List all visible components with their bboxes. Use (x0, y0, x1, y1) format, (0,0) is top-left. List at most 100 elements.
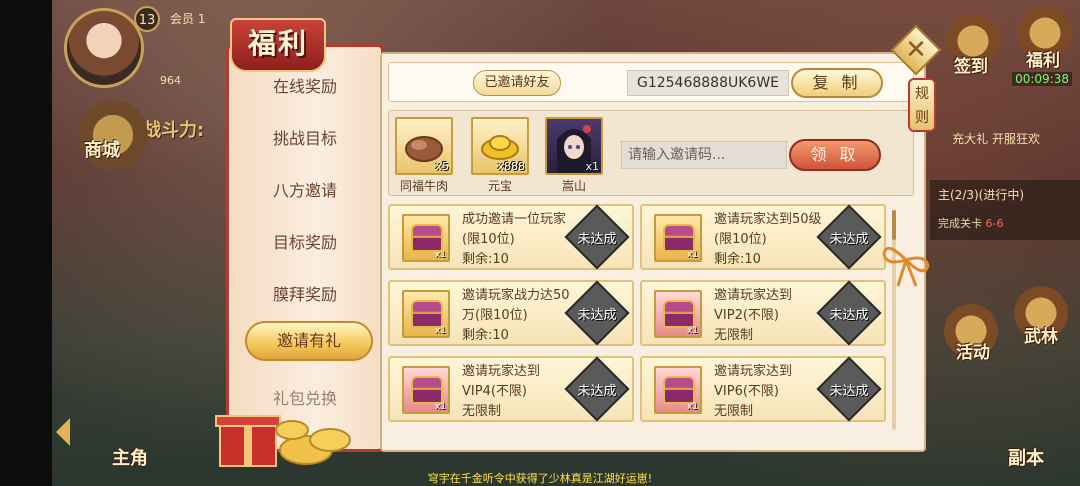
task-remaining: 剩余:10 (462, 252, 509, 267)
task-remaining: 剩余:10 (462, 328, 509, 343)
nav-challenge-goal[interactable]: 挑战目标 (229, 125, 381, 149)
close-icon[interactable]: ✕ (904, 34, 928, 66)
ribbon-bow-icon (882, 246, 930, 287)
treasure-chest-icon[interactable]: x1 (654, 366, 702, 414)
nav-eight-invites[interactable]: 八方邀请 (229, 177, 381, 201)
invite-code-row: 已邀请好友 G125468888UK6WE 复 制 (388, 62, 914, 102)
status-badge-label: 未达成 (829, 308, 869, 323)
chest-graphic (663, 224, 695, 252)
status-badge-label: 未达成 (577, 232, 617, 247)
welfare-label[interactable]: 福利 (1026, 46, 1060, 71)
task-text: 邀请玩家达到VIP4(不限) 无限制 (462, 362, 572, 422)
shop-label[interactable]: 商城 (84, 136, 120, 162)
task-reward-qty: x1 (434, 250, 446, 260)
rules-button[interactable]: 规则 (908, 78, 936, 132)
task-card: x1 邀请玩家达到50级(限10位) 剩余:10 未达成 (640, 204, 886, 270)
chest-graphic (663, 376, 695, 404)
status-badge-label: 未达成 (829, 232, 869, 247)
chest-graphic (411, 376, 443, 404)
status-badge-label: 未达成 (829, 384, 869, 399)
task-remaining: 无限制 (714, 328, 754, 343)
task-text: 成功邀请一位玩家(限10位) 剩余:10 (462, 210, 572, 270)
nav-goal-reward[interactable]: 目标奖励 (229, 229, 381, 253)
welfare-dialog: 在线奖励 挑战目标 八方邀请 目标奖励 膜拜奖励 邀请有礼 礼包兑换 福利 已邀… (215, 18, 942, 467)
my-invite-code: G125468888UK6WE (627, 70, 789, 96)
dialog-title: 福利 (230, 18, 326, 72)
reward-qty: x888 (497, 160, 525, 173)
task-text: 邀请玩家达到VIP2(不限) 无限制 (714, 286, 824, 346)
task-reward-qty: x1 (434, 402, 446, 412)
bottom-nav-hero[interactable]: 主角 (112, 444, 148, 470)
reward-qty: x1 (585, 160, 599, 173)
invited-friends-button[interactable]: 已邀请好友 (473, 70, 561, 96)
task-reward-qty: x1 (686, 326, 698, 336)
task-text: 邀请玩家战力达50万(限10位) 剩余:10 (462, 286, 572, 346)
reward-name: 嵩山 (561, 179, 586, 193)
chest-graphic (411, 300, 443, 328)
task-description: 邀请玩家战力达50万(限10位) (462, 288, 570, 323)
invite-code-input[interactable]: 请输入邀请码... (621, 141, 787, 169)
reward-item[interactable]: x5 同福牛肉 (395, 117, 453, 194)
activity-label[interactable]: 活动 (956, 338, 990, 363)
treasure-chest-icon[interactable]: x1 (402, 290, 450, 338)
nav-online-reward[interactable]: 在线奖励 (229, 73, 381, 97)
task-text: 邀请玩家达到50级(限10位) 剩余:10 (714, 210, 824, 270)
treasure-chest-icon[interactable]: x1 (654, 214, 702, 262)
task-description: 邀请玩家达到VIP4(不限) (462, 364, 541, 399)
bottom-nav-dungeon[interactable]: 副本 (1008, 444, 1044, 470)
news-marquee: 穹宇在千金听令中获得了少林真是江湖好运崽! (427, 472, 653, 485)
task-description: 邀请玩家达到VIP2(不限) (714, 288, 793, 323)
scroll-left-arrow-icon[interactable] (56, 418, 70, 446)
treasure-chest-icon[interactable]: x1 (654, 290, 702, 338)
task-card: x1 邀请玩家达到VIP2(不限) 无限制 未达成 (640, 280, 886, 346)
player-avatar[interactable] (64, 8, 144, 88)
claim-button[interactable]: 领 取 (789, 139, 881, 171)
status-badge-label: 未达成 (577, 384, 617, 399)
treasure-chest-icon[interactable]: x1 (402, 214, 450, 262)
quest-detail: 完成关卡 6-6 (938, 215, 1072, 231)
task-reward-qty: x1 (686, 402, 698, 412)
martial-label[interactable]: 武林 (1024, 322, 1058, 347)
player-level: 13 (134, 6, 160, 32)
quest-title: 主(2/3)(进行中) (938, 188, 1025, 202)
reward-name: 同福牛肉 (399, 179, 448, 193)
invite-reward-row: x5 同福牛肉 x888 元宝 x1 嵩山 请输入邀请码... 领 取 (388, 110, 914, 196)
task-reward-qty: x1 (434, 326, 446, 336)
invite-task-list: x1 成功邀请一位玩家(限10位) 剩余:10 未达成 x1 邀请玩家达到50级(… (388, 204, 888, 444)
status-badge-label: 未达成 (577, 308, 617, 323)
quest-progress: 6-6 (985, 217, 1004, 230)
task-description: 邀请玩家达到50级(限10位) (714, 212, 822, 247)
quest-detail-text: 完成关卡 (938, 217, 982, 230)
task-card: x1 邀请玩家战力达50万(限10位) 剩余:10 未达成 (388, 280, 634, 346)
promo-text[interactable]: 充大礼 开服狂欢 (952, 130, 1040, 147)
task-remaining: 无限制 (462, 404, 502, 419)
treasure-chest-icon[interactable]: x1 (402, 366, 450, 414)
reward-item[interactable]: x1 嵩山 (545, 117, 603, 194)
vip-label: 会员 1 (170, 12, 206, 26)
task-description: 成功邀请一位玩家(限10位) (462, 212, 567, 247)
task-remaining: 剩余:10 (714, 252, 761, 267)
task-remaining: 无限制 (714, 404, 754, 419)
task-description: 邀请玩家达到VIP6(不限) (714, 364, 793, 399)
power-label: 战斗力: (143, 120, 205, 141)
quest-tracker[interactable]: 主(2/3)(进行中) 完成关卡 6-6 (930, 180, 1080, 240)
gold-ingot-icon: x888 (471, 117, 529, 175)
chest-graphic (663, 300, 695, 328)
invite-content: 已邀请好友 G125468888UK6WE 复 制 x5 同福牛肉 x888 元… (380, 52, 926, 452)
task-card: x1 邀请玩家达到VIP4(不限) 无限制 未达成 (388, 356, 634, 422)
nav-worship-reward[interactable]: 膜拜奖励 (229, 281, 381, 305)
reward-qty: x5 (435, 160, 449, 173)
nav-invite-gift[interactable]: 邀请有礼 (245, 321, 373, 361)
reward-name: 元宝 (487, 179, 512, 193)
task-card: x1 成功邀请一位玩家(限10位) 剩余:10 未达成 (388, 204, 634, 270)
welfare-nav: 在线奖励 挑战目标 八方邀请 目标奖励 膜拜奖励 邀请有礼 礼包兑换 (226, 44, 384, 452)
beef-icon: x5 (395, 117, 453, 175)
copy-button[interactable]: 复 制 (791, 68, 883, 98)
task-card: x1 邀请玩家达到VIP6(不限) 无限制 未达成 (640, 356, 886, 422)
gold-count: 964 (160, 74, 181, 87)
task-text: 邀请玩家达到VIP6(不限) 无限制 (714, 362, 824, 422)
hero-portrait-icon: x1 (545, 117, 603, 175)
reward-item[interactable]: x888 元宝 (471, 117, 529, 194)
chest-graphic (411, 224, 443, 252)
signin-label[interactable]: 签到 (954, 52, 988, 77)
